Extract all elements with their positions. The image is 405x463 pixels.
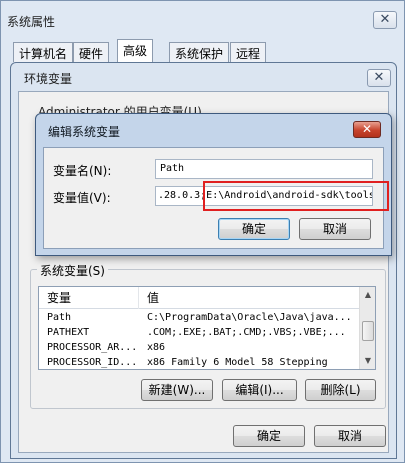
close-icon: ✕ <box>379 12 391 27</box>
new-variable-button[interactable]: 新建(W)... <box>141 379 213 401</box>
row-name: PROCESSOR_ID... <box>47 357 138 368</box>
variable-value-label: 变量值(V): <box>53 191 111 205</box>
row-value: x86 <box>147 342 166 353</box>
row-name: PATHEXT <box>47 327 90 338</box>
column-header-value[interactable]: 值 <box>139 287 359 309</box>
system-vars-list[interactable]: 变量 值 Path C:\ProgramData\Oracle\Java\jav… <box>38 286 376 370</box>
window-title: 系统属性 <box>7 15 56 29</box>
table-row[interactable]: Path C:\ProgramData\Oracle\Java\java... <box>39 310 359 325</box>
table-row[interactable]: PROCESSOR_ID... x86 Family 6 Model 58 St… <box>39 355 359 369</box>
tab-system-protection[interactable]: 系统保护 <box>169 42 230 62</box>
edit-close-button[interactable]: ✕ <box>353 121 381 138</box>
value-prefix-text: .28.0.3; <box>158 190 207 201</box>
close-icon: ✕ <box>373 70 385 85</box>
user-vars-label: Administrator 的用户变量(U) <box>38 105 202 113</box>
edit-variable-button[interactable]: 编辑(I)... <box>222 379 297 401</box>
edit-cancel-button[interactable]: 取消 <box>299 218 371 240</box>
highlight-annotation <box>203 181 389 211</box>
table-row[interactable]: PROCESSOR_AR... x86 <box>39 340 359 355</box>
delete-variable-button[interactable]: 删除(L) <box>305 379 376 401</box>
row-name: PROCESSOR_AR... <box>47 342 138 353</box>
list-header: 变量 值 <box>39 287 359 309</box>
env-cancel-button[interactable]: 取消 <box>314 425 386 447</box>
scroll-up-icon[interactable]: ▲ <box>360 287 375 303</box>
variable-name-field[interactable]: Path <box>155 159 373 179</box>
tab-hardware[interactable]: 硬件 <box>73 42 110 62</box>
scroll-thumb[interactable] <box>362 321 374 341</box>
tab-computer-name[interactable]: 计算机名 <box>13 42 74 62</box>
column-header-variable[interactable]: 变量 <box>39 287 139 309</box>
env-ok-button[interactable]: 确定 <box>233 425 305 447</box>
env-close-button[interactable]: ✕ <box>367 69 391 87</box>
row-name: Path <box>47 312 72 323</box>
table-row[interactable]: PATHEXT .COM;.EXE;.BAT;.CMD;.VBS;.VBE;..… <box>39 325 359 340</box>
row-value: x86 Family 6 Model 58 Stepping <box>147 357 328 368</box>
tab-remote[interactable]: 远程 <box>230 42 267 62</box>
vertical-scrollbar[interactable]: ▲ ▼ <box>359 287 375 369</box>
row-value: C:\ProgramData\Oracle\Java\java... <box>147 312 352 323</box>
edit-dialog-title: 编辑系统变量 <box>48 125 121 139</box>
variable-name-label: 变量名(N): <box>53 164 112 178</box>
close-button[interactable]: ✕ <box>373 11 397 29</box>
scroll-down-icon[interactable]: ▼ <box>360 353 375 369</box>
env-window-title: 环境变量 <box>24 72 73 86</box>
edit-ok-button[interactable]: 确定 <box>218 218 290 240</box>
close-icon: ✕ <box>361 122 373 136</box>
tab-advanced[interactable]: 高级 <box>117 39 154 62</box>
system-vars-label: 系统变量(S) <box>37 262 108 279</box>
row-value: .COM;.EXE;.BAT;.CMD;.VBS;.VBE;... <box>147 327 346 338</box>
